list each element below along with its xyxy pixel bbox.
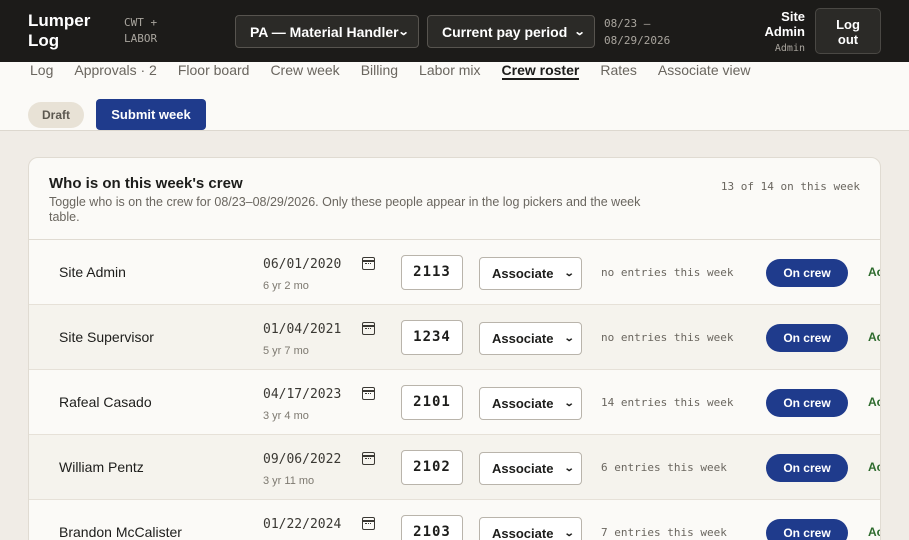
crew-row: Brandon McCalister 01/22/2024 2103 Associat… — [29, 500, 880, 540]
badge-number-input[interactable]: 2103 — [401, 515, 463, 540]
role-value: Associate — [492, 461, 554, 476]
brand-line2: Log — [28, 31, 60, 50]
brand-sub-line2: LABOR — [124, 32, 158, 45]
on-crew-toggle[interactable]: On crew — [766, 324, 848, 352]
tenure-text: 5 yr 7 mo — [263, 345, 309, 357]
role-dropdown[interactable]: Associate ⌄ — [479, 452, 582, 485]
user-name-line2: Admin — [764, 24, 805, 39]
start-date-field[interactable]: 06/01/2020 — [263, 257, 341, 272]
entries-count: 14 entries this week — [601, 396, 734, 409]
period-select-value: Current pay period — [442, 23, 568, 40]
tab-rates[interactable]: Rates — [600, 62, 637, 80]
brand-sub-line1: CWT + — [124, 16, 158, 29]
chevron-down-icon: ⌄ — [563, 528, 575, 539]
start-date-field[interactable]: 01/22/2024 — [263, 517, 341, 532]
entries-count: no entries this week — [601, 266, 734, 279]
calendar-icon[interactable] — [362, 387, 375, 400]
submit-week-button[interactable]: Submit week — [96, 99, 206, 130]
status-label: Ac — [868, 265, 880, 279]
date-to: 08/29/2026 — [604, 34, 671, 47]
sub-navigation: Log Approvals · 2 Floor board Crew week Bill… — [0, 62, 909, 131]
role-value: Associate — [492, 331, 554, 346]
logout-button[interactable]: Log out — [815, 8, 881, 54]
start-date-field[interactable]: 09/06/2022 — [263, 452, 341, 467]
entries-count: no entries this week — [601, 331, 734, 344]
associate-name: Rafeal Casado — [59, 394, 152, 410]
role-dropdown[interactable]: Associate ⌄ — [479, 387, 582, 420]
role-select-value: PA — Material Handler — [250, 23, 399, 40]
badge-number-input[interactable]: 2113 — [401, 255, 463, 290]
associate-name: Site Admin — [59, 264, 126, 280]
user-name-line1: Site — [781, 9, 805, 24]
on-crew-toggle[interactable]: On crew — [766, 259, 848, 287]
user-info: Site Admin Admin — [765, 9, 805, 56]
calendar-icon[interactable] — [362, 322, 375, 335]
associate-name: Brandon McCalister — [59, 524, 182, 540]
status-label: Ac — [868, 525, 880, 539]
tab-labor-mix[interactable]: Labor mix — [419, 62, 480, 80]
app-brand: Lumper Log — [28, 11, 90, 51]
badge-number-input[interactable]: 2101 — [401, 385, 463, 420]
calendar-icon[interactable] — [362, 452, 375, 465]
calendar-icon[interactable] — [362, 257, 375, 270]
crew-count: 13 of 14 on this week — [720, 180, 860, 193]
role-select[interactable]: PA — Material Handler ⌄ — [235, 15, 419, 48]
tab-billing[interactable]: Billing — [361, 62, 398, 80]
user-role: Admin — [774, 43, 805, 54]
logout-line2: out — [837, 32, 859, 47]
top-bar: Lumper Log CWT + LABOR PA — Material Han… — [0, 0, 909, 62]
role-value: Associate — [492, 396, 554, 411]
role-dropdown[interactable]: Associate ⌄ — [479, 517, 582, 540]
tab-crew-roster[interactable]: Crew roster — [501, 62, 580, 80]
on-crew-toggle[interactable]: On crew — [766, 389, 848, 417]
role-dropdown[interactable]: Associate ⌄ — [479, 322, 582, 355]
on-crew-toggle[interactable]: On crew — [766, 519, 848, 540]
chevron-down-icon: ⌄ — [573, 26, 586, 38]
tab-floor-board[interactable]: Floor board — [178, 62, 250, 80]
entries-count: 7 entries this week — [601, 526, 727, 539]
tab-log[interactable]: Log — [30, 62, 53, 80]
brand-line1: Lumper — [28, 11, 91, 30]
role-dropdown[interactable]: Associate ⌄ — [479, 257, 582, 290]
date-from: 08/23 – — [604, 17, 651, 30]
tenure-text: 6 yr 2 mo — [263, 280, 309, 292]
logout-line1: Log — [836, 17, 860, 32]
role-value: Associate — [492, 526, 554, 540]
tab-associate-view[interactable]: Associate view — [658, 62, 751, 80]
chevron-down-icon: ⌄ — [563, 463, 575, 474]
crew-card: Who is on this week's crew Toggle who is… — [28, 157, 881, 540]
chevron-down-icon: ⌄ — [563, 268, 575, 279]
on-crew-toggle[interactable]: On crew — [766, 454, 848, 482]
chevron-down-icon: ⌄ — [397, 26, 410, 38]
role-value: Associate — [492, 266, 554, 281]
tab-bar: Log Approvals · 2 Floor board Crew week Bill… — [30, 62, 772, 80]
crew-row: Rafeal Casado 04/17/2023 3 yr 4 mo 2101 Asso… — [29, 370, 880, 435]
crew-row: Site Supervisor 01/04/2021 5 yr 7 mo 1234 As… — [29, 305, 880, 370]
period-dates: 08/23 – 08/29/2026 — [604, 15, 670, 49]
status-label: Ac — [868, 330, 880, 344]
chevron-down-icon: ⌄ — [563, 333, 575, 344]
tenure-text: 3 yr 4 mo — [263, 410, 309, 422]
card-title: Who is on this week's crew — [49, 175, 243, 192]
crew-row: William Pentz 09/06/2022 3 yr 11 mo 2102 Ass… — [29, 435, 880, 500]
tab-crew-week[interactable]: Crew week — [270, 62, 339, 80]
calendar-icon[interactable] — [362, 517, 375, 530]
badge-number-input[interactable]: 1234 — [401, 320, 463, 355]
associate-name: William Pentz — [59, 459, 144, 475]
associate-name: Site Supervisor — [59, 329, 154, 345]
card-description: Toggle who is on the crew for 08/23–08/2… — [49, 195, 641, 224]
start-date-field[interactable]: 01/04/2021 — [263, 322, 341, 337]
entries-count: 6 entries this week — [601, 461, 727, 474]
tab-approvals-2[interactable]: Approvals · 2 — [74, 62, 156, 80]
start-date-field[interactable]: 04/17/2023 — [263, 387, 341, 402]
tenure-text: 3 yr 11 mo — [263, 475, 315, 487]
status-label: Ac — [868, 460, 880, 474]
status-label: Ac — [868, 395, 880, 409]
chevron-down-icon: ⌄ — [563, 398, 575, 409]
period-select[interactable]: Current pay period ⌄ — [427, 15, 595, 48]
brand-subtitle: CWT + LABOR — [124, 15, 157, 47]
badge-number-input[interactable]: 2102 — [401, 450, 463, 485]
crew-row: Site Admin 06/01/2020 6 yr 2 mo 2113 Associa… — [29, 240, 880, 305]
draft-badge: Draft — [28, 102, 84, 128]
